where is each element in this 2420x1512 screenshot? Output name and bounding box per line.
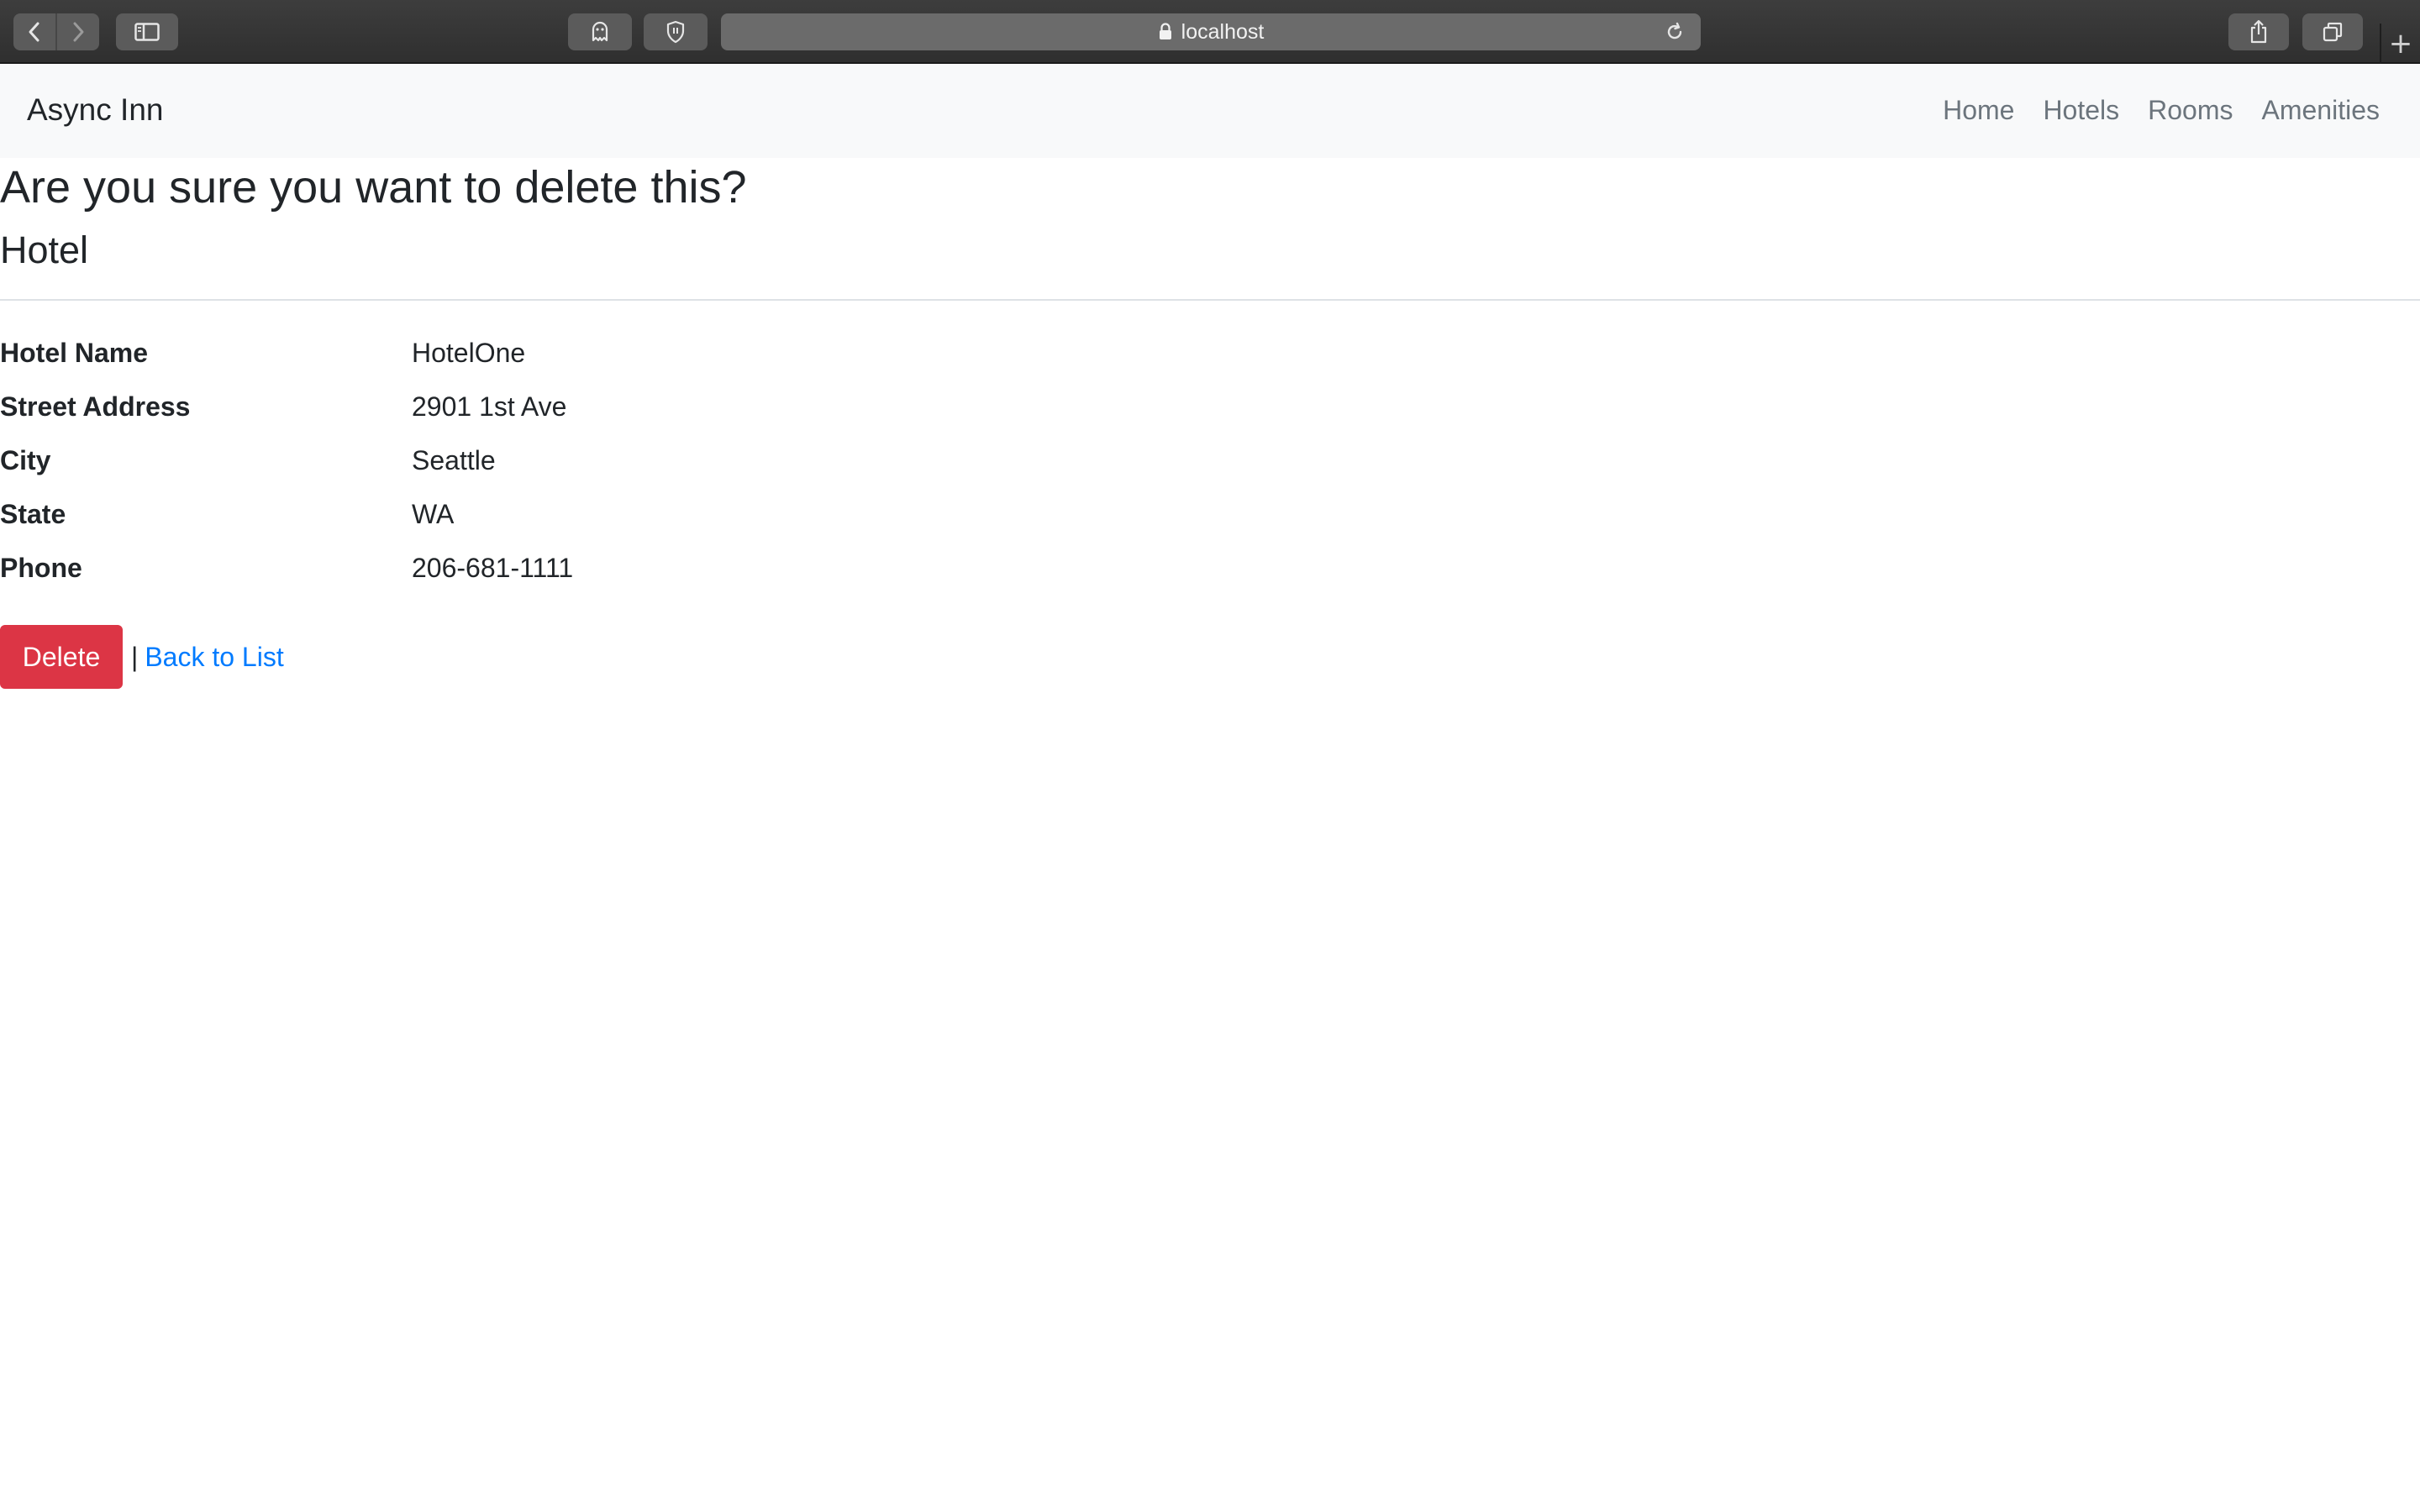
ghostery-extension-button[interactable] (568, 13, 632, 50)
detail-row-hotel-name: Hotel Name HotelOne (0, 326, 1344, 380)
nav-link-home[interactable]: Home (1943, 89, 2014, 131)
site-navbar: Async Inn Home Hotels Rooms Amenities (0, 64, 2420, 158)
chevron-left-icon (29, 22, 39, 42)
share-icon (2250, 19, 2267, 44)
reload-button[interactable] (1664, 21, 1686, 43)
browser-toolbar: localhost + (0, 0, 2420, 64)
detail-row-street-address: Street Address 2901 1st Ave (0, 380, 1344, 433)
detail-label: Hotel Name (0, 337, 149, 368)
sidebar-toggle-button[interactable] (116, 13, 178, 50)
tabs-icon (2323, 22, 2343, 42)
chevron-right-icon (73, 22, 84, 42)
delete-button[interactable]: Delete (0, 625, 123, 689)
separator: | (131, 641, 139, 672)
url-text: localhost (1181, 19, 1265, 44)
detail-label: City (0, 444, 51, 475)
detail-label: State (0, 498, 66, 529)
nav-link-amenities[interactable]: Amenities (2262, 89, 2381, 131)
page-title: Are you sure you want to delete this? (0, 162, 747, 213)
detail-value: 206-681-1111 (412, 552, 574, 583)
new-tab-button[interactable]: + (2380, 24, 2420, 64)
shield-icon (666, 20, 685, 44)
divider (0, 299, 2420, 301)
reload-icon (1667, 22, 1682, 39)
nav-link-rooms[interactable]: Rooms (2148, 89, 2233, 131)
lock-icon (1158, 23, 1173, 41)
show-tabs-button[interactable] (2302, 13, 2363, 50)
address-bar[interactable]: localhost (721, 13, 1701, 50)
history-nav (13, 13, 99, 50)
nav-links: Home Hotels Rooms Amenities (1943, 89, 2380, 131)
forward-button[interactable] (55, 13, 99, 50)
ghost-icon (592, 21, 608, 42)
privacy-extension-button[interactable] (644, 13, 708, 50)
detail-value: Seattle (412, 444, 496, 475)
detail-label: Phone (0, 552, 82, 583)
detail-row-phone: Phone 206-681-1111 (0, 541, 1344, 595)
back-to-list-link[interactable]: Back to List (145, 642, 283, 673)
detail-row-city: City Seattle (0, 433, 1344, 487)
detail-row-state: State WA (0, 487, 1344, 541)
plus-icon: + (2388, 27, 2413, 60)
share-button[interactable] (2228, 13, 2289, 50)
entity-heading: Hotel (0, 228, 89, 271)
sidebar-icon (134, 23, 160, 41)
detail-value: HotelOne (412, 337, 526, 368)
detail-label: Street Address (0, 391, 191, 422)
detail-value: WA (412, 498, 455, 529)
detail-value: 2901 1st Ave (412, 391, 567, 422)
brand-link[interactable]: Async Inn (27, 89, 163, 131)
nav-link-hotels[interactable]: Hotels (2043, 89, 2119, 131)
back-button[interactable] (13, 13, 55, 50)
hotel-details: Hotel Name HotelOne Street Address 2901 … (0, 326, 1344, 595)
form-actions: Delete | Back to List (0, 625, 284, 689)
